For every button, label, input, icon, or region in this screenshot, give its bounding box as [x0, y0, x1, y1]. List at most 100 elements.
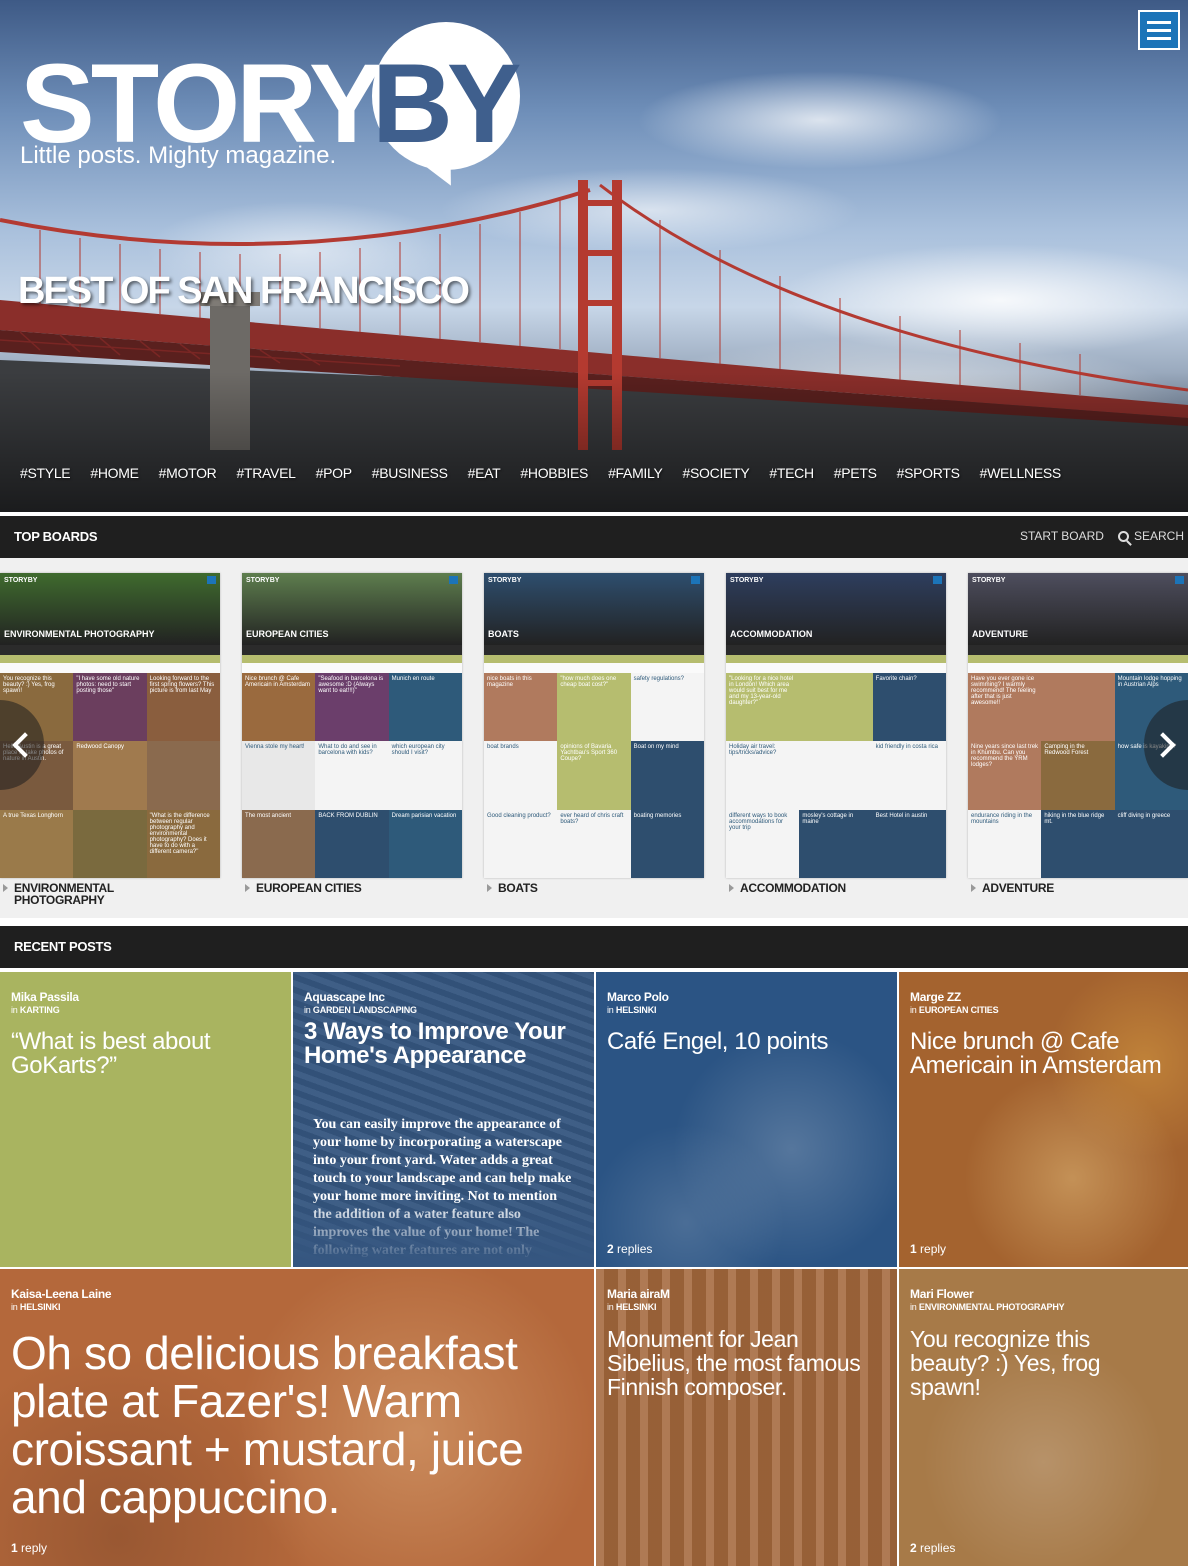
hashtag-link[interactable]: #PETS [834, 465, 877, 481]
post-board-prefix: in [910, 1005, 919, 1015]
post-author[interactable]: Marco Polo [607, 990, 669, 1004]
board-thumbnail-tile: What to do and see in barcelona with kid… [315, 741, 389, 810]
post-card[interactable]: Mika Passila in KARTING “What is best abou… [0, 972, 291, 1267]
post-author[interactable]: Maria airaM [607, 1287, 670, 1301]
hashtag-link[interactable]: #TECH [769, 465, 814, 481]
post-card[interactable]: Maria airaM in HELSINKI Monument for Jean … [596, 1269, 897, 1566]
post-board-link[interactable]: in HELSINKI [607, 1302, 657, 1312]
board-thumbnail-logo: STORYBY [488, 577, 522, 584]
post-replies-word: replies [613, 1242, 653, 1256]
post-replies-link[interactable]: 1 reply [11, 1541, 47, 1555]
post-replies-link[interactable]: 2 replies [607, 1242, 652, 1256]
board-thumbnail-tile [73, 809, 147, 878]
post-background-photo [0, 972, 291, 1267]
post-board-link[interactable]: in HELSINKI [607, 1005, 657, 1015]
board-thumbnail: STORYBY EUROPEAN CITIES Nice brunch @ Cafe… [242, 573, 462, 878]
post-board-link[interactable]: in GARDEN LANDSCAPING [304, 1005, 417, 1015]
post-replies-word: reply [916, 1242, 947, 1256]
board-caption[interactable]: ADVENTURE [971, 882, 1054, 894]
post-background-photo [899, 972, 1188, 1267]
recent-posts-bar: RECENT POSTS [0, 926, 1188, 968]
hashtag-link[interactable]: #SOCIETY [683, 465, 750, 481]
board-caption-line: BOATS [498, 881, 538, 895]
post-board-prefix: in [11, 1005, 20, 1015]
hashtag-link[interactable]: #BUSINESS [372, 465, 448, 481]
hashtag-link[interactable]: #FAMILY [608, 465, 663, 481]
board-card[interactable]: STORYBY BOATS nice boats in this magazine "… [484, 573, 704, 894]
board-thumbnail-tile: Boat on my mind [630, 741, 704, 810]
post-title[interactable]: “What is best about GoKarts?” [11, 1030, 277, 1078]
hashtag-link[interactable]: #SPORTS [897, 465, 960, 481]
post-author[interactable]: Kaisa-Leena Laine [11, 1287, 112, 1301]
board-thumbnail-tile: Vienna stole my heart! [242, 741, 316, 810]
hero-title[interactable]: BEST OF SAN FRANCISCO [18, 270, 470, 313]
board-thumbnail-strip [0, 655, 220, 663]
post-card[interactable]: Marge ZZ in EUROPEAN CITIES Nice brunch @ … [899, 972, 1188, 1267]
hashtag-link[interactable]: #STYLE [20, 465, 71, 481]
post-author[interactable]: Marge ZZ [910, 990, 961, 1004]
post-board-link[interactable]: in HELSINKI [11, 1302, 61, 1312]
board-thumbnail-grid: nice boats in this magazine "how much doe… [484, 673, 704, 878]
post-replies-link[interactable]: 2 replies [910, 1541, 955, 1555]
post-card[interactable]: Mari Flower in ENVIRONMENTAL PHOTOGRAPHY Y… [899, 1269, 1188, 1566]
hashtag-link[interactable]: #EAT [468, 465, 501, 481]
board-caption[interactable]: ENVIRONMENTAL PHOTOGRAPHY [3, 882, 114, 906]
hashtag-link[interactable]: #MOTOR [159, 465, 217, 481]
post-replies-link[interactable]: 1 reply [910, 1242, 946, 1256]
board-thumbnail-tile: hiking in the blue ridge mt. [1041, 809, 1115, 878]
hashtag-link[interactable]: #TRAVEL [236, 465, 295, 481]
board-thumbnail-strip [242, 655, 462, 663]
board-thumbnail-tile: nice boats in this magazine [484, 673, 558, 742]
hashtag-link[interactable]: #POP [316, 465, 352, 481]
board-thumbnail-tile: boating memories [630, 809, 704, 878]
hashtag-link[interactable]: #WELLNESS [980, 465, 1062, 481]
post-background-photo [596, 1269, 897, 1566]
hashtag-link[interactable]: #HOBBIES [520, 465, 588, 481]
search-icon [1117, 530, 1129, 542]
post-card[interactable]: Aquascape Inc in GARDEN LANDSCAPING 3 Ways… [293, 972, 594, 1267]
post-title[interactable]: Oh so delicious breakfast plate at Fazer… [11, 1329, 580, 1521]
hero-banner: STORY BY Little posts. Mighty magazine. … [0, 0, 1188, 512]
storyby-logo[interactable]: STORY BY Little posts. Mighty magazine. [20, 22, 540, 191]
post-board-link[interactable]: in ENVIRONMENTAL PHOTOGRAPHY [910, 1302, 1065, 1312]
hashtag-link[interactable]: #HOME [90, 465, 139, 481]
board-thumbnail-tile: Have you ever gone ice swimming? I warml… [968, 673, 1042, 742]
post-title[interactable]: Nice brunch @ Cafe Americain in Amsterda… [910, 1030, 1174, 1078]
board-caption[interactable]: EUROPEAN CITIES [245, 882, 362, 894]
board-thumbnail-nav [242, 645, 462, 655]
post-card[interactable]: Marco Polo in HELSINKI Café Engel, 10 poin… [596, 972, 897, 1267]
post-replies-count: 2 [607, 1242, 614, 1256]
board-thumbnail-tile: A true Texas Longhorn [0, 809, 74, 878]
board-caption[interactable]: BOATS [487, 882, 538, 894]
post-title[interactable]: Café Engel, 10 points [607, 1030, 883, 1054]
board-caption[interactable]: ACCOMMODATION [729, 882, 846, 894]
board-thumbnail-tile: "how much does one cheap boat cost?" [557, 673, 631, 742]
post-author[interactable]: Aquascape Inc [304, 990, 385, 1004]
post-board-name: EUROPEAN CITIES [918, 1005, 999, 1015]
post-board-link[interactable]: in KARTING [11, 1005, 60, 1015]
board-caption-line: EUROPEAN CITIES [256, 881, 362, 895]
board-card[interactable]: STORYBY EUROPEAN CITIES Nice brunch @ Cafe… [242, 573, 462, 894]
board-thumbnail: STORYBY BOATS nice boats in this magazine "… [484, 573, 704, 878]
board-thumbnail-tile: cliff diving in greece [1114, 809, 1188, 878]
board-card[interactable]: STORYBY ACCOMMODATION "Looking for a nice … [726, 573, 946, 894]
start-board-button[interactable]: START BOARD [1020, 529, 1104, 543]
hamburger-menu-icon-bar [1147, 36, 1171, 40]
board-thumbnail-strip [484, 655, 704, 663]
board-thumbnail-strip [968, 655, 1188, 663]
post-title[interactable]: You recognize this beauty? :) Yes, frog … [910, 1327, 1174, 1399]
board-thumbnail-nav [484, 645, 704, 655]
post-board-prefix: in [11, 1302, 20, 1312]
post-title[interactable]: 3 Ways to Improve Your Home's Appearance [304, 1020, 580, 1068]
post-author[interactable]: Mika Passila [11, 990, 79, 1004]
hamburger-menu-button[interactable] [1138, 10, 1180, 50]
post-board-link[interactable]: in EUROPEAN CITIES [910, 1005, 999, 1015]
board-thumbnail-tile: endurance riding in the mountains [968, 809, 1042, 878]
post-card[interactable]: Kaisa-Leena Laine in HELSINKI Oh so delici… [0, 1269, 594, 1566]
search-button[interactable]: SEARCH [1117, 529, 1184, 543]
hashtag-nav: #STYLE #HOME #MOTOR #TRAVEL #POP #BUSINE… [20, 465, 1081, 481]
board-thumbnail-tile: opinions of Bavaria Yachtbau's Sport 360… [557, 741, 631, 810]
post-replies-count: 1 [11, 1541, 18, 1555]
post-author[interactable]: Mari Flower [910, 1287, 974, 1301]
post-title[interactable]: Monument for Jean Sibelius, the most fam… [607, 1327, 883, 1399]
